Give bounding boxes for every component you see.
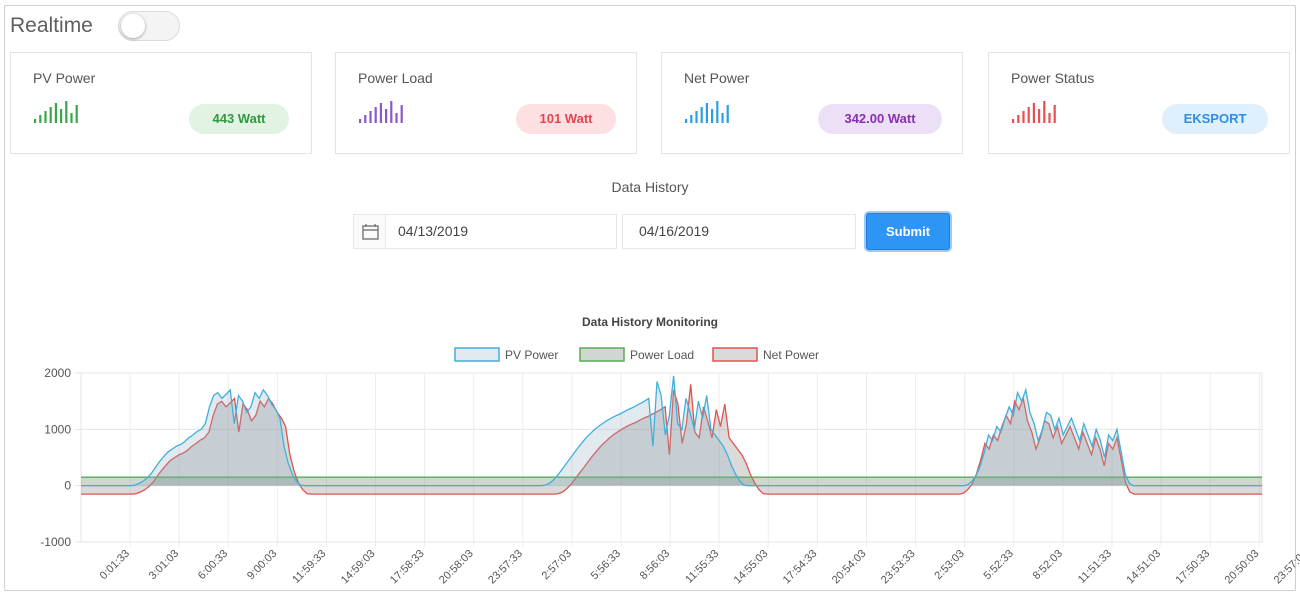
spark-bar xyxy=(685,119,688,123)
spark-bar xyxy=(1022,111,1025,123)
end-date-input[interactable]: 04/16/2019 xyxy=(622,214,856,249)
spark-bar xyxy=(1043,101,1046,123)
data-history-title: Data History xyxy=(611,179,689,195)
spark-bar xyxy=(49,107,52,123)
spark-bar xyxy=(1027,107,1030,123)
card-title: PV Power xyxy=(33,70,96,86)
card-pv-power: PV Power 443 Watt xyxy=(10,52,312,154)
spark-bar xyxy=(359,119,362,123)
card-power-load: Power Load 101 Watt xyxy=(335,52,637,154)
spark-bar xyxy=(1048,113,1051,123)
spark-bar xyxy=(385,109,388,123)
spark-bar xyxy=(726,105,729,123)
spark-bar xyxy=(1017,115,1020,123)
spark-bar xyxy=(34,119,37,123)
spark-bar xyxy=(721,113,724,123)
spark-bar xyxy=(1032,103,1035,123)
spark-bar xyxy=(369,111,372,123)
spark-bar xyxy=(54,103,57,123)
spark-bar xyxy=(716,101,719,123)
value-badge: 443 Watt xyxy=(189,104,289,134)
spark-bar xyxy=(690,115,693,123)
spark-bar xyxy=(700,107,703,123)
toggle-knob xyxy=(121,14,145,38)
spark-bar xyxy=(60,109,63,123)
value-badge: 342.00 Watt xyxy=(818,104,942,134)
spark-bar xyxy=(44,111,47,123)
card-title: Power Load xyxy=(358,70,433,86)
card-net-power: Net Power 342.00 Watt xyxy=(661,52,963,154)
calendar-icon xyxy=(362,224,379,240)
realtime-toggle[interactable] xyxy=(118,11,180,41)
start-date-input[interactable]: 04/13/2019 xyxy=(385,214,617,249)
spark-bar xyxy=(374,107,377,123)
submit-label: Submit xyxy=(885,224,931,239)
sparkline-icon xyxy=(685,101,729,123)
value-badge: 101 Watt xyxy=(516,104,616,134)
spark-bar xyxy=(390,101,393,123)
spark-bar xyxy=(1012,119,1015,123)
card-power-status: Power Status EKSPORT xyxy=(988,52,1290,154)
spark-bar xyxy=(75,105,78,123)
spark-bar xyxy=(711,109,714,123)
sparkline-icon xyxy=(359,101,403,123)
spark-bar xyxy=(395,113,398,123)
spark-bar xyxy=(70,113,73,123)
status-badge: EKSPORT xyxy=(1162,104,1268,134)
card-title: Power Status xyxy=(1011,70,1095,86)
spark-bar xyxy=(400,105,403,123)
spark-bar xyxy=(39,115,42,123)
spark-bar xyxy=(695,111,698,123)
sparkline-icon xyxy=(34,101,78,123)
submit-button[interactable]: Submit xyxy=(866,213,950,250)
card-title: Net Power xyxy=(684,70,750,86)
spark-bar xyxy=(1053,105,1056,123)
sparkline-icon xyxy=(1012,101,1056,123)
spark-bar xyxy=(379,103,382,123)
spark-bar xyxy=(65,101,68,123)
spark-bar xyxy=(364,115,367,123)
realtime-label: Realtime xyxy=(10,14,93,37)
spark-bar xyxy=(705,103,708,123)
calendar-icon-wrap[interactable] xyxy=(353,214,386,249)
spark-bar xyxy=(1038,109,1041,123)
